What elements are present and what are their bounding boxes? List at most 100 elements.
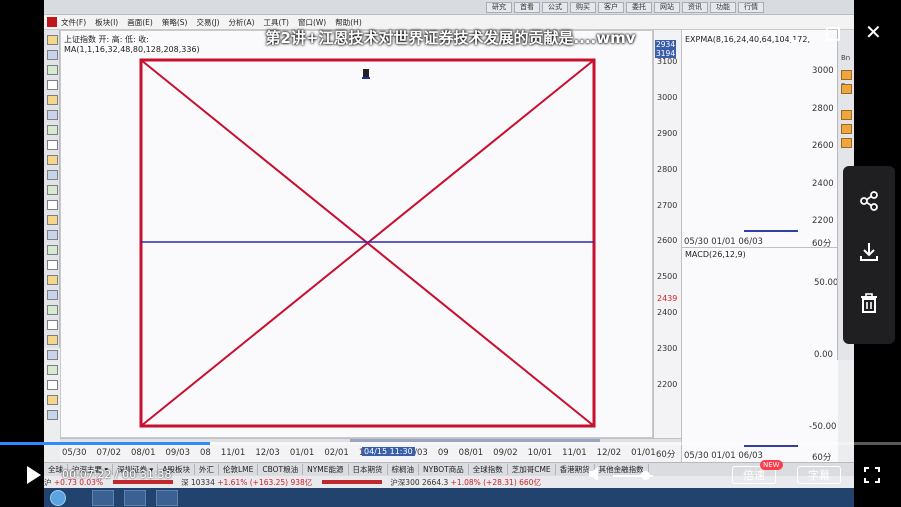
strip-tool-icon[interactable] xyxy=(841,138,852,148)
drawing-tool-icon[interactable] xyxy=(47,365,58,375)
taskbar-app-3[interactable] xyxy=(156,490,178,506)
time-label: 08 xyxy=(200,448,211,458)
time-label: 10/01 xyxy=(527,448,553,458)
ticker-value: +1.61% (+163.25) 938亿 xyxy=(217,477,313,487)
time-label: 09/02 xyxy=(493,448,518,458)
delete-icon[interactable] xyxy=(843,292,895,319)
download-icon[interactable] xyxy=(843,241,895,268)
top-tab[interactable]: 研究 xyxy=(486,2,512,13)
top-tab[interactable]: 客户 xyxy=(598,2,624,13)
subtitle-button[interactable]: 字幕 xyxy=(797,466,841,484)
drawing-tool-icon[interactable] xyxy=(47,395,58,405)
top-tab[interactable]: 首看 xyxy=(514,2,540,13)
strip-tool-icon[interactable] xyxy=(841,110,852,120)
time-display: 00:07:22 / 00:31:38 xyxy=(62,468,172,481)
minimize-icon[interactable] xyxy=(789,40,799,42)
macd-axis-label: -50.00 xyxy=(809,422,837,432)
market-tab[interactable]: 伦敦LME xyxy=(219,464,259,475)
drawing-tool-icon[interactable] xyxy=(47,155,58,165)
drawing-tool-icon[interactable] xyxy=(47,200,58,210)
menu-item[interactable]: 画面(E) xyxy=(127,17,153,28)
duration: 00:31:38 xyxy=(122,468,172,481)
play-icon[interactable] xyxy=(27,466,41,484)
strip-tool-icon[interactable] xyxy=(841,84,852,94)
expma-line xyxy=(744,230,798,232)
menu-item[interactable]: 帮助(H) xyxy=(335,17,362,28)
macd-dates: 05/30 01/01 06/03 xyxy=(684,451,763,461)
drawing-tool-icon[interactable] xyxy=(47,260,58,270)
market-tab[interactable]: NYME能源 xyxy=(303,464,349,475)
menu-item[interactable]: 文件(F) xyxy=(61,17,86,28)
drawing-tool-icon[interactable] xyxy=(47,290,58,300)
top-tab[interactable]: 购买 xyxy=(570,2,596,13)
market-tab[interactable]: 外汇 xyxy=(195,464,219,475)
taskbar-app-1[interactable] xyxy=(92,490,114,506)
drawing-tool-icon[interactable] xyxy=(47,350,58,360)
drawing-toolbar xyxy=(44,30,60,420)
start-button-icon[interactable] xyxy=(50,490,66,506)
price-label: 2900 xyxy=(657,128,678,138)
top-tab[interactable]: 资讯 xyxy=(682,2,708,13)
drawing-tool-icon[interactable] xyxy=(47,335,58,345)
menu-item[interactable]: 策略(S) xyxy=(162,17,188,28)
share-icon[interactable] xyxy=(843,190,895,217)
drawing-tool-icon[interactable] xyxy=(47,80,58,90)
drawing-tool-icon[interactable] xyxy=(47,215,58,225)
ticker-item: 沪深300 2664.3 +1.08% (+28.31) 660亿 xyxy=(390,477,541,488)
drawing-tool-icon[interactable] xyxy=(47,140,58,150)
side-action-panel xyxy=(843,166,895,344)
volume-knob[interactable] xyxy=(641,471,650,480)
menu-item[interactable]: 工具(T) xyxy=(264,17,289,28)
price-label: 2500 xyxy=(657,272,678,282)
market-tab[interactable]: NYBOT商品 xyxy=(419,464,469,475)
menu-item[interactable]: 交易(J) xyxy=(196,17,219,28)
top-tab[interactable]: 公式 xyxy=(542,2,568,13)
market-tab[interactable]: 全球指数 xyxy=(469,464,508,475)
drawing-tool-icon[interactable] xyxy=(47,110,58,120)
drawing-tool-icon[interactable] xyxy=(47,320,58,330)
drawing-tool-icon[interactable] xyxy=(47,95,58,105)
expma-axis-label: 2800 xyxy=(812,103,834,114)
strip-tool-icon[interactable] xyxy=(841,70,852,80)
progress-bar[interactable] xyxy=(0,442,901,445)
strip-tool-icon[interactable] xyxy=(841,124,852,134)
top-tab[interactable]: 行情 xyxy=(738,2,764,13)
macd-axis-label: 50.00 xyxy=(814,278,839,288)
taskbar-app-2[interactable] xyxy=(124,490,146,506)
market-tab[interactable]: 棕榈油 xyxy=(388,464,419,475)
macd-line xyxy=(744,445,798,447)
taskbar xyxy=(44,488,854,507)
maximize-icon[interactable] xyxy=(826,27,840,41)
drawing-tool-icon[interactable] xyxy=(47,50,58,60)
period-label: 60分 xyxy=(656,450,676,460)
drawing-tool-icon[interactable] xyxy=(47,230,58,240)
ticker-item: 深 10334 +1.61% (+163.25) 938亿 xyxy=(181,477,312,488)
time-label: 07/02 xyxy=(96,448,122,458)
drawing-tool-icon[interactable] xyxy=(47,410,58,420)
drawing-tool-icon[interactable] xyxy=(47,305,58,315)
time-label: 01/01 xyxy=(289,448,315,458)
drawing-tool-icon[interactable] xyxy=(47,170,58,180)
drawing-tool-icon[interactable] xyxy=(47,65,58,75)
top-tab[interactable]: 委托 xyxy=(626,2,652,13)
menu-item[interactable]: 分析(A) xyxy=(229,17,255,28)
market-tab[interactable]: 日本期货 xyxy=(349,464,388,475)
top-tab[interactable]: 网站 xyxy=(654,2,680,13)
menu-item[interactable]: 板块(I) xyxy=(95,17,118,28)
market-tab[interactable]: CBOT粮油 xyxy=(258,464,304,475)
current-time: 00:07:22 xyxy=(62,468,112,481)
drawing-tool-icon[interactable] xyxy=(47,275,58,285)
menu-item[interactable]: 窗口(W) xyxy=(298,17,326,28)
market-tab[interactable]: 芝加哥CME xyxy=(508,464,556,475)
time-label: 08/01 xyxy=(131,448,156,458)
volume-icon[interactable] xyxy=(589,467,601,481)
drawing-tool-icon[interactable] xyxy=(47,125,58,135)
drawing-tool-icon[interactable] xyxy=(47,245,58,255)
drawing-tool-icon[interactable] xyxy=(47,380,58,390)
close-icon[interactable]: ✕ xyxy=(865,20,882,44)
time-label: 12/02 xyxy=(596,448,622,458)
drawing-tool-icon[interactable] xyxy=(47,185,58,195)
time-label: 11/01 xyxy=(562,448,587,458)
top-tab[interactable]: 功能 xyxy=(710,2,736,13)
fullscreen-icon[interactable] xyxy=(864,467,880,483)
